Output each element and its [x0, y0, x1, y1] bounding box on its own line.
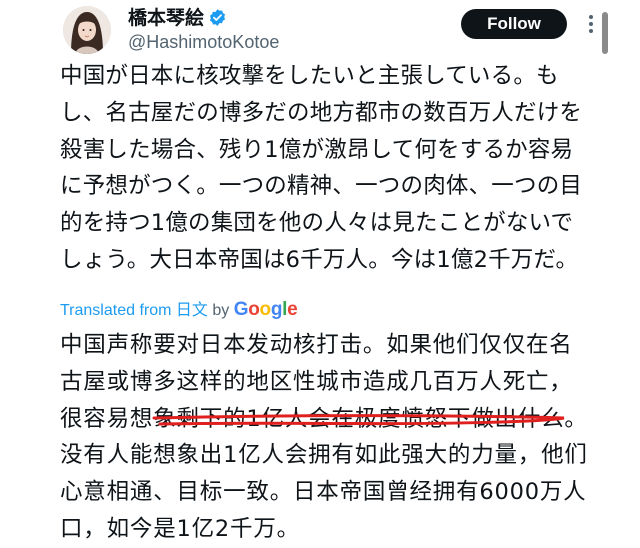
verified-badge-icon: [209, 9, 226, 26]
follow-button[interactable]: Follow: [461, 9, 567, 39]
avatar[interactable]: [63, 6, 111, 54]
by-label: by: [207, 302, 234, 319]
avatar-photo: [63, 6, 111, 54]
translation-text: 中国声称要对日本发动核打击。如果他们仅仅在名古屋或博多这样的地区性城市造成几百万…: [60, 327, 590, 548]
translation-attribution[interactable]: Translated from 日文 by Google: [60, 297, 298, 323]
more-options-icon[interactable]: [580, 13, 602, 35]
google-logo: Google: [233, 299, 298, 320]
scrollbar-thumb[interactable]: [602, 12, 608, 54]
display-name-row[interactable]: 橋本琴絵: [128, 7, 227, 29]
tweet-header: 橋本琴絵 @HashimotoKotoe Follow: [0, 0, 640, 60]
translated-from-label: Translated from 日文: [60, 300, 208, 319]
display-name[interactable]: 橋本琴絵: [128, 7, 204, 29]
red-underline-annotation: [152, 414, 565, 426]
source-language: 日文: [175, 300, 208, 319]
user-handle[interactable]: @HashimotoKotoe: [128, 31, 279, 53]
tweet-text: 中国が日本に核攻撃をしたいと主張している。もし、名古屋だの博多だの地方都市の数百…: [60, 63, 583, 273]
